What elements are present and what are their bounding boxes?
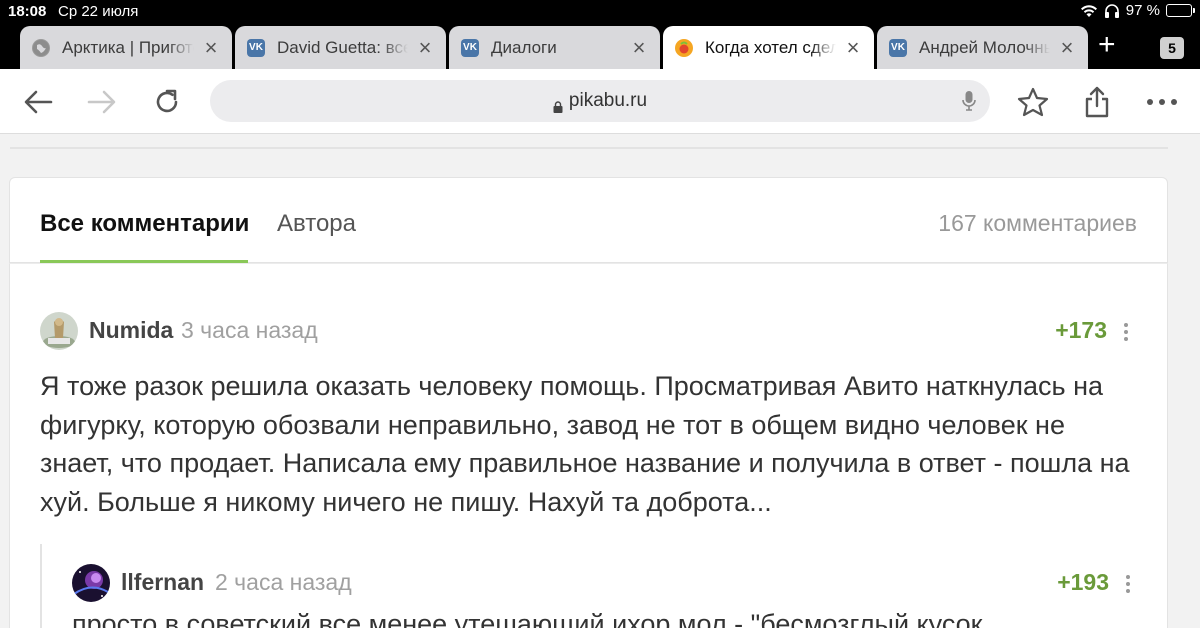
close-icon[interactable]: × bbox=[844, 35, 862, 61]
reply-text: просто в советский все менее утешающий и… bbox=[72, 609, 983, 628]
browser-toolbar: pikabu.ru bbox=[0, 69, 1200, 134]
reload-icon[interactable] bbox=[150, 85, 184, 119]
avatar[interactable] bbox=[72, 564, 110, 602]
microphone-icon[interactable] bbox=[962, 90, 976, 118]
headphones-icon bbox=[1104, 3, 1120, 18]
browser-tab-active[interactable]: Когда хотел сделать × bbox=[663, 26, 874, 69]
comment-text: Я тоже разок решила оказать человеку пом… bbox=[40, 371, 1130, 517]
comments-count: 167 комментариев bbox=[938, 210, 1137, 236]
divider bbox=[10, 147, 1168, 149]
close-icon[interactable]: × bbox=[630, 35, 648, 61]
tab-author-comments[interactable]: Автора bbox=[277, 210, 356, 238]
comment-author[interactable]: Numida bbox=[89, 317, 173, 344]
wifi-icon bbox=[1080, 4, 1098, 18]
more-vertical-icon[interactable] bbox=[1125, 574, 1131, 594]
avatar[interactable] bbox=[40, 312, 78, 350]
comments-tabs: Все комментарии Автора 167 комментариев bbox=[9, 177, 1168, 263]
url-text: pikabu.ru bbox=[568, 90, 648, 111]
reply-comment: llfernan 2 часа назад +193 просто в сове… bbox=[40, 544, 1160, 628]
page-content: Все комментарии Автора 167 комментариев … bbox=[0, 135, 1200, 628]
close-icon[interactable]: × bbox=[1058, 35, 1076, 61]
status-time: 18:08 bbox=[8, 3, 47, 20]
tab-all-comments[interactable]: Все комментарии bbox=[40, 210, 249, 238]
vk-icon: VK bbox=[247, 38, 265, 57]
close-icon[interactable]: × bbox=[416, 35, 434, 61]
reply-author[interactable]: llfernan bbox=[121, 569, 204, 596]
globe-icon bbox=[32, 38, 50, 57]
battery-percent: 97 % bbox=[1125, 2, 1160, 19]
reply-rating: +193 bbox=[1057, 569, 1109, 595]
tab-title: Когда хотел сделать bbox=[705, 37, 836, 57]
vk-icon: VK bbox=[461, 38, 479, 57]
browser-tab[interactable]: VK Диалоги × bbox=[449, 26, 660, 69]
comments-list: Numida 3 часа назад +173 Я тоже разок ре… bbox=[9, 263, 1168, 628]
close-icon[interactable]: × bbox=[202, 35, 220, 61]
browser-tab[interactable]: Арктика | Приготовление × bbox=[20, 26, 232, 69]
browser-tab[interactable]: VK Андрей Молочный × bbox=[877, 26, 1088, 69]
tab-title: Андрей Молочный bbox=[919, 37, 1050, 57]
comment-rating: +173 bbox=[1055, 317, 1107, 343]
tab-title: Арктика | Приготовление bbox=[62, 37, 194, 57]
status-bar: 18:08 Ср 22 июля 97 % bbox=[0, 0, 1200, 24]
share-icon[interactable] bbox=[1080, 85, 1114, 119]
comment-time: 3 часа назад bbox=[181, 317, 318, 343]
tab-bar: Арктика | Приготовление × VK David Guett… bbox=[0, 24, 1200, 69]
new-tab-plus-icon[interactable]: + bbox=[1098, 30, 1116, 60]
more-menu-icon[interactable] bbox=[1145, 85, 1179, 119]
tab-title: David Guetta: все песни bbox=[277, 37, 408, 57]
status-date: Ср 22 июля bbox=[58, 3, 139, 20]
back-arrow-icon[interactable] bbox=[21, 85, 55, 119]
bookmark-star-icon[interactable] bbox=[1016, 85, 1050, 119]
lock-icon bbox=[553, 97, 563, 113]
vk-icon: VK bbox=[889, 38, 907, 57]
pikabu-icon bbox=[675, 38, 693, 57]
forward-arrow-icon[interactable] bbox=[85, 85, 119, 119]
tab-count-button[interactable]: 5 bbox=[1160, 37, 1184, 59]
url-bar[interactable]: pikabu.ru bbox=[210, 80, 990, 122]
tab-title: Диалоги bbox=[491, 37, 557, 57]
browser-tab[interactable]: VK David Guetta: все песни × bbox=[235, 26, 446, 69]
battery-icon bbox=[1166, 4, 1195, 17]
status-indicators: 97 % bbox=[1080, 2, 1195, 19]
reply-time: 2 часа назад bbox=[215, 569, 352, 595]
more-vertical-icon[interactable] bbox=[1123, 322, 1129, 342]
